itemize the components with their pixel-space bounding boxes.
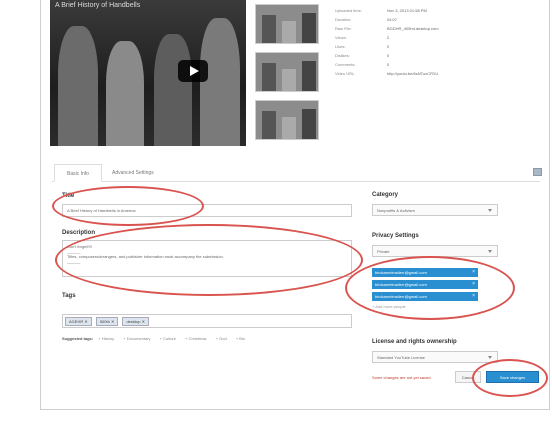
- suggested-tag[interactable]: + History: [98, 336, 114, 341]
- meta-key: Uploaded time:: [335, 8, 362, 13]
- tab-bar: Basic Info Advanced Settings: [52, 164, 540, 182]
- category-select[interactable]: Nonprofits & Activism: [372, 204, 498, 216]
- video-figure: [58, 26, 98, 146]
- category-label: Category: [372, 192, 399, 198]
- video-figure: [154, 34, 192, 146]
- tab-basic-info[interactable]: Basic Info: [54, 164, 102, 182]
- tab-advanced-settings[interactable]: Advanced Settings: [100, 164, 166, 182]
- meta-value: 0: [387, 62, 390, 67]
- license-label: License and rights ownership: [372, 339, 457, 345]
- video-figure: [106, 41, 144, 146]
- unsaved-notice: Some changes are not yet saved.: [372, 375, 432, 380]
- annotation-ellipse-sharing: [345, 256, 515, 320]
- panel-toggle-icon[interactable]: [533, 168, 542, 176]
- suggested-tag[interactable]: + Documentary: [123, 336, 150, 341]
- meta-value: 0: [387, 53, 390, 58]
- video-figure: [200, 18, 240, 146]
- meta-value: Nov 3, 2013 01:58 PM: [387, 8, 427, 13]
- tags-input[interactable]: AGEHR ✕ 500th ✕ desktop ✕: [62, 314, 352, 328]
- tags-label: Tags: [62, 293, 76, 299]
- meta-key: Comments:: [335, 62, 356, 67]
- thumbnail-option-1[interactable]: [255, 4, 319, 44]
- suggested-tags: Suggested tags: + History + Documentary …: [62, 335, 352, 343]
- annotation-ellipse-description: [55, 224, 363, 296]
- suggested-tag[interactable]: + Culture: [160, 336, 176, 341]
- annotation-ellipse-save: [472, 359, 548, 397]
- meta-key: Dislikes:: [335, 53, 350, 58]
- meta-value: 04:07: [387, 17, 398, 22]
- privacy-label: Privacy Settings: [372, 233, 419, 239]
- tag-chip[interactable]: 500th ✕: [95, 317, 119, 326]
- meta-value: http://youtu.be/6sNTuxCFDU: [387, 71, 439, 76]
- meta-key: Views:: [335, 35, 347, 40]
- play-icon[interactable]: [178, 60, 208, 82]
- description-label: Description: [62, 230, 96, 236]
- tag-chip[interactable]: desktop ✕: [122, 317, 149, 326]
- meta-key: Likes:: [335, 44, 346, 49]
- license-select[interactable]: Standard YouTube License: [372, 351, 498, 363]
- meta-value: 0: [387, 44, 390, 49]
- meta-value: 2: [387, 35, 390, 40]
- meta-key: Duration:: [335, 17, 352, 22]
- video-player[interactable]: A Brief History of Handbells: [50, 0, 246, 146]
- meta-key: Raw File:: [335, 26, 352, 31]
- suggested-tags-label: Suggested tags:: [62, 336, 94, 341]
- thumbnail-option-3[interactable]: [255, 100, 319, 140]
- thumbnail-option-2[interactable]: [255, 52, 319, 92]
- video-metadata: Uploaded time: Nov 3, 2013 01:58 PM Durat…: [335, 8, 545, 80]
- annotation-ellipse-title: [52, 186, 204, 226]
- video-title: A Brief History of Handbells: [55, 2, 141, 9]
- suggested-tag[interactable]: + Christmas: [185, 336, 206, 341]
- suggested-tag[interactable]: + God: [216, 336, 227, 341]
- suggested-tag[interactable]: + Bio: [236, 336, 245, 341]
- meta-value: BGDHR_405hd.desktop.com: [387, 26, 439, 31]
- meta-key: Video URL:: [335, 71, 356, 76]
- tag-chip[interactable]: AGEHR ✕: [65, 317, 92, 326]
